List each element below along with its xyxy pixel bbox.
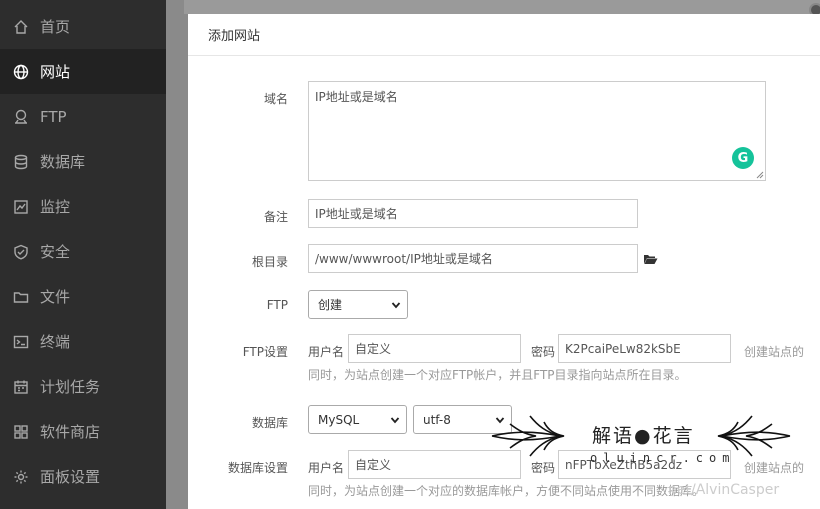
ftp-select[interactable]: 创建: [308, 290, 408, 319]
remark-label: 备注: [263, 210, 288, 224]
chevron-down-icon: [390, 416, 400, 423]
folder-icon: [13, 289, 29, 305]
shield-icon: [13, 244, 29, 260]
calendar-icon: [13, 379, 29, 395]
sidebar-item-files[interactable]: 文件: [0, 274, 166, 319]
watermark-title: 解语●花言: [592, 425, 695, 447]
sidebar-item-label: 终端: [40, 333, 71, 351]
ftp-user-input[interactable]: 自定义: [348, 334, 521, 363]
sidebar-item-label: 安全: [40, 243, 71, 261]
sidebar-item-websites[interactable]: 网站: [0, 49, 166, 94]
grid-icon: [13, 424, 29, 440]
ftp-icon: [13, 109, 29, 125]
watermark-ornament-left-icon: [491, 415, 565, 457]
chevron-down-icon: [391, 301, 401, 308]
sidebar-item-label: 首页: [40, 18, 71, 36]
watermark-url: net/AlvinCasper: [668, 482, 780, 498]
sidebar-item-settings[interactable]: 面板设置: [0, 454, 166, 499]
database-charset-value: utf-8: [423, 412, 451, 427]
domain-placeholder: IP地址或是域名: [315, 90, 398, 104]
dialog-title: 添加网站: [188, 14, 820, 56]
sidebar-item-home[interactable]: 首页: [0, 4, 166, 49]
ftp-hint: 创建站点的: [744, 345, 805, 359]
sidebar-item-label: 数据库: [40, 153, 86, 171]
ftp-select-value: 创建: [318, 298, 343, 312]
db-pass-label: 密码: [531, 461, 556, 475]
domain-textarea[interactable]: IP地址或是域名: [308, 81, 766, 181]
sidebar-item-security[interactable]: 安全: [0, 229, 166, 274]
monitor-icon: [13, 199, 29, 215]
gear-icon: [13, 469, 29, 485]
watermark-ornament-right-icon: [717, 415, 791, 457]
sidebar-item-monitor[interactable]: 监控: [0, 184, 166, 229]
db-user-label: 用户名: [308, 461, 345, 475]
remark-input[interactable]: IP地址或是域名: [308, 199, 638, 228]
grammarly-icon[interactable]: G: [732, 147, 754, 169]
sidebar-item-label: FTP: [40, 107, 67, 126]
sidebar-item-terminal[interactable]: 终端: [0, 319, 166, 364]
sidebar-item-label: 文件: [40, 288, 71, 306]
db-hint-line2: 同时，为站点创建一个对应的数据库帐户，方便不同站点使用不同数据库。: [308, 484, 705, 498]
background-header: [184, 0, 820, 14]
sidebar-item-label: 面板设置: [40, 468, 101, 486]
sidebar-item-label: 网站: [40, 63, 71, 81]
sidebar-item-label: 计划任务: [40, 378, 101, 396]
root-dir-label: 根目录: [251, 255, 288, 269]
db-hint: 创建站点的: [744, 461, 805, 475]
database-icon: [13, 154, 29, 170]
domain-label: 域名: [263, 92, 288, 106]
sidebar-item-label: 监控: [40, 198, 71, 216]
folder-open-icon[interactable]: [643, 253, 658, 265]
resize-handle-icon[interactable]: [756, 171, 764, 179]
globe-icon: [13, 64, 29, 80]
ftp-pass-label: 密码: [531, 345, 556, 359]
sidebar-item-cron[interactable]: 计划任务: [0, 364, 166, 409]
database-type-value: MySQL: [318, 412, 360, 427]
sidebar: 首页 网站 FTP 数据库 监控 安全 文件 终端 计划任务 软件商店 面板设置: [0, 0, 166, 509]
terminal-icon: [13, 334, 29, 350]
sidebar-item-ftp[interactable]: FTP: [0, 94, 166, 139]
sidebar-item-database[interactable]: 数据库: [0, 139, 166, 184]
ftp-label: FTP: [266, 298, 288, 312]
root-dir-input[interactable]: /www/wwwroot/IP地址或是域名: [308, 244, 638, 273]
ftp-user-label: 用户名: [308, 345, 345, 359]
sidebar-item-store[interactable]: 软件商店: [0, 409, 166, 454]
sidebar-item-label: 软件商店: [40, 423, 101, 441]
ftp-pass-input[interactable]: K2PcaiPeLw82kSbE: [558, 334, 731, 363]
db-settings-label: 数据库设置: [227, 461, 288, 475]
database-label: 数据库: [251, 416, 288, 430]
ftp-settings-label: FTP设置: [242, 345, 288, 359]
ftp-hint-line2: 同时，为站点创建一个对应FTP帐户，并且FTP目录指向站点所在目录。: [308, 368, 687, 382]
database-type-select[interactable]: MySQL: [308, 405, 407, 434]
home-icon: [13, 19, 29, 35]
